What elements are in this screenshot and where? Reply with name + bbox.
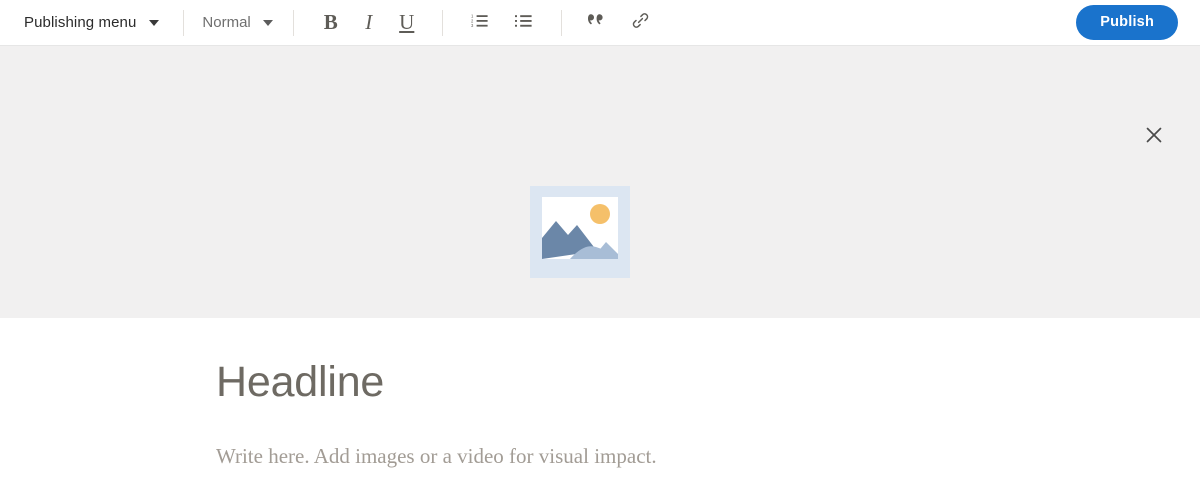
numbered-list-button[interactable]: 1 2 3	[465, 8, 495, 38]
text-format-group: B I U	[316, 0, 422, 45]
italic-button[interactable]: I	[354, 8, 384, 38]
chevron-down-icon	[149, 19, 160, 26]
publishing-menu-label: Publishing menu	[24, 14, 137, 31]
link-button[interactable]	[626, 8, 656, 38]
close-icon	[1144, 125, 1164, 150]
toolbar-divider	[292, 9, 294, 36]
numbered-list-icon: 1 2 3	[471, 13, 488, 33]
toolbar-divider	[441, 9, 443, 36]
toolbar-divider	[560, 9, 562, 36]
hero-media-band[interactable]	[0, 46, 1200, 318]
chevron-down-icon	[262, 19, 273, 26]
paragraph-style-label: Normal	[202, 14, 251, 31]
article-body: Headline Write here. Add images or a vid…	[0, 318, 1200, 502]
article-content-column: Headline Write here. Add images or a vid…	[0, 318, 1200, 470]
publish-button[interactable]: Publish	[1076, 5, 1178, 40]
bulleted-list-icon	[515, 13, 532, 33]
body-placeholder-text[interactable]: Write here. Add images or a video for vi…	[216, 405, 1140, 470]
publishing-menu-group: Publishing menu	[24, 0, 165, 45]
publish-button-wrap: Publish	[1076, 5, 1178, 40]
blockquote-button[interactable]	[582, 8, 612, 38]
paragraph-style-dropdown[interactable]: Normal	[202, 10, 276, 35]
underline-button[interactable]: U	[392, 8, 422, 38]
paragraph-style-group: Normal	[202, 0, 276, 45]
close-hero-button[interactable]	[1139, 122, 1169, 152]
list-group: 1 2 3	[465, 0, 539, 45]
editor-toolbar: Publishing menu Normal B I U 1 2 3 Publi…	[0, 0, 1200, 46]
image-placeholder-icon	[530, 186, 630, 282]
bold-button[interactable]: B	[316, 8, 346, 38]
publishing-menu-button[interactable]: Publishing menu	[24, 10, 165, 35]
insert-group	[582, 0, 656, 45]
blockquote-icon	[587, 13, 606, 32]
bulleted-list-button[interactable]	[509, 8, 539, 38]
link-icon	[632, 12, 649, 34]
headline-field[interactable]: Headline	[216, 359, 1140, 405]
toolbar-divider	[183, 9, 185, 36]
svg-text:3: 3	[471, 23, 474, 28]
add-image-placeholder-button[interactable]	[530, 186, 630, 278]
